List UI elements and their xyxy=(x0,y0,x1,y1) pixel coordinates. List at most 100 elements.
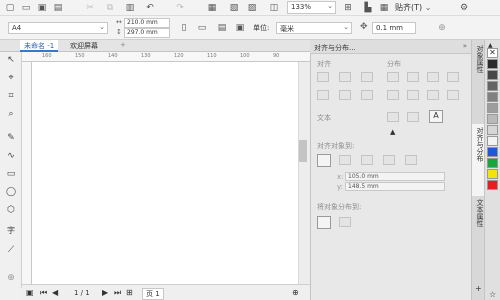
distribute-middle-icon[interactable] xyxy=(407,90,419,100)
x-coordinate-field[interactable]: 105.0 mm xyxy=(345,172,445,181)
align-center-h-icon[interactable] xyxy=(339,72,351,82)
tab-untitled-1[interactable]: 未命名 -1 xyxy=(20,40,59,52)
previous-page-icon[interactable]: ◀ xyxy=(52,288,58,297)
align-to-grid-icon[interactable] xyxy=(383,155,395,165)
show-rulers-icon[interactable]: ▙ xyxy=(362,2,374,14)
rectangle-tool-icon[interactable]: ▭ xyxy=(5,168,17,180)
color-swatch[interactable] xyxy=(487,169,498,179)
align-top-icon[interactable] xyxy=(317,90,329,100)
open-folder-icon[interactable]: ▭ xyxy=(20,2,32,14)
color-swatch[interactable] xyxy=(487,180,498,190)
save-icon[interactable]: ▣ xyxy=(36,2,48,14)
page-height-field[interactable]: 297.0 mm xyxy=(124,28,170,38)
distribute-spacing-icon[interactable] xyxy=(447,72,459,82)
color-swatch[interactable] xyxy=(487,103,498,113)
all-pages-icon[interactable]: ▤ xyxy=(216,22,228,34)
copy-icon[interactable]: ⧉ xyxy=(104,2,116,14)
color-swatch[interactable] xyxy=(487,147,498,157)
text-baseline-icon[interactable] xyxy=(387,112,399,122)
distribute-center-icon[interactable] xyxy=(407,72,419,82)
paper-size-select[interactable]: A4 ⌄ xyxy=(8,22,108,34)
align-to-point-icon[interactable] xyxy=(405,155,417,165)
no-color-swatch[interactable]: ✕ xyxy=(487,48,498,58)
crop-tool-icon[interactable]: ⌗ xyxy=(5,90,17,102)
add-tool-icon[interactable]: ⊕ xyxy=(5,272,17,284)
redo-icon[interactable]: ↷ xyxy=(174,2,186,14)
page-tab[interactable]: 页 1 xyxy=(142,288,164,300)
distribute-v-spacing-icon[interactable] xyxy=(447,90,459,100)
tab-welcome-screen[interactable]: 欢迎屏幕 xyxy=(66,40,102,52)
show-grid-icon[interactable]: ▦ xyxy=(378,2,390,14)
shape-tool-icon[interactable]: ⌖ xyxy=(5,72,17,84)
artistic-media-icon[interactable]: ∿ xyxy=(5,150,17,162)
cut-icon[interactable]: ✂ xyxy=(84,2,96,14)
export-icon[interactable]: ▧ xyxy=(228,2,240,14)
next-page-icon[interactable]: ▶ xyxy=(102,288,108,297)
distribute-to-selection-icon[interactable] xyxy=(317,216,331,229)
drawing-canvas[interactable] xyxy=(32,62,298,284)
color-swatch[interactable] xyxy=(487,59,498,69)
align-right-icon[interactable] xyxy=(361,72,373,82)
distribute-left-icon[interactable] xyxy=(387,72,399,82)
page-width-field[interactable]: 210.0 mm xyxy=(124,18,170,28)
freehand-tool-icon[interactable]: ✎ xyxy=(5,132,17,144)
snap-to-menu[interactable]: 贴齐(T) ⌄ xyxy=(392,1,452,14)
y-coordinate-field[interactable]: 148.5 mm xyxy=(345,182,445,191)
polygon-tool-icon[interactable]: ⬡ xyxy=(5,204,17,216)
collapse-arrow-icon[interactable]: ▲ xyxy=(390,128,395,136)
vertical-scrollbar[interactable] xyxy=(298,62,310,284)
color-swatch[interactable] xyxy=(487,125,498,135)
add-page-icon[interactable]: ⊞ xyxy=(126,288,133,297)
page-setup-icon[interactable]: ▣ xyxy=(26,288,34,297)
add-icon[interactable]: ⊕ xyxy=(436,22,448,34)
pick-tool-icon[interactable]: ↖ xyxy=(5,54,17,66)
distribute-top-icon[interactable] xyxy=(387,90,399,100)
portrait-icon[interactable]: ▯ xyxy=(178,22,190,34)
vertical-ruler xyxy=(22,62,32,284)
zoom-select[interactable]: 133% ⌄ xyxy=(287,1,336,14)
align-center-v-icon[interactable] xyxy=(339,90,351,100)
connector-tool-icon[interactable]: ⟋ xyxy=(5,244,17,256)
last-page-icon[interactable]: ⏭ xyxy=(114,288,121,298)
zoom-icon[interactable]: ⊕ xyxy=(292,288,299,297)
distribute-right-icon[interactable] xyxy=(427,72,439,82)
undo-icon[interactable]: ↶ xyxy=(144,2,156,14)
zoom-tool-icon[interactable]: ⌕ xyxy=(5,108,17,120)
color-swatch[interactable] xyxy=(487,114,498,124)
export-to-icon[interactable]: ▨ xyxy=(246,2,258,14)
full-screen-icon[interactable]: ⊞ xyxy=(342,2,354,14)
landscape-icon[interactable]: ▭ xyxy=(196,22,208,34)
distribute-bottom-icon[interactable] xyxy=(427,90,439,100)
text-bounding-box-icon[interactable]: A xyxy=(429,110,443,123)
align-bottom-icon[interactable] xyxy=(361,90,373,100)
color-swatch[interactable] xyxy=(487,158,498,168)
align-to-page-center-icon[interactable] xyxy=(361,155,373,165)
docker-title-bar[interactable]: 对齐与分布... » xyxy=(310,40,471,54)
color-swatch[interactable] xyxy=(487,70,498,80)
launch-app-icon[interactable]: ◫ xyxy=(268,2,280,14)
distribute-to-page-icon[interactable] xyxy=(339,217,351,227)
nudge-distance-field[interactable]: 0.1 mm xyxy=(372,22,416,34)
import-icon[interactable]: ▦ xyxy=(206,2,218,14)
color-swatch[interactable] xyxy=(487,81,498,91)
scrollbar-thumb[interactable] xyxy=(299,140,307,162)
new-document-icon[interactable]: ▢ xyxy=(4,2,16,14)
align-left-icon[interactable] xyxy=(317,72,329,82)
new-tab-button[interactable]: + xyxy=(116,40,130,52)
color-swatch[interactable] xyxy=(487,92,498,102)
color-swatch[interactable] xyxy=(487,136,498,146)
publish-icon[interactable]: ▤ xyxy=(52,2,64,14)
current-page-icon[interactable]: ▣ xyxy=(234,22,246,34)
align-to-page-edge-icon[interactable] xyxy=(339,155,351,165)
text-top-icon[interactable] xyxy=(407,112,419,122)
align-to-active-objects-icon[interactable] xyxy=(317,154,331,167)
options-gear-icon[interactable]: ⚙ xyxy=(458,2,470,14)
ellipse-tool-icon[interactable]: ◯ xyxy=(5,186,17,198)
docker-options-icon[interactable]: » xyxy=(463,42,467,50)
first-page-icon[interactable]: ⏮ xyxy=(40,288,47,298)
units-select[interactable]: 毫米 ⌄ xyxy=(276,22,352,34)
text-tool-icon[interactable]: 字 xyxy=(5,224,17,236)
add-docker-icon[interactable]: + xyxy=(475,284,482,293)
paste-icon[interactable]: ▥ xyxy=(124,2,136,14)
palette-menu-icon[interactable]: ☆ xyxy=(489,290,496,299)
